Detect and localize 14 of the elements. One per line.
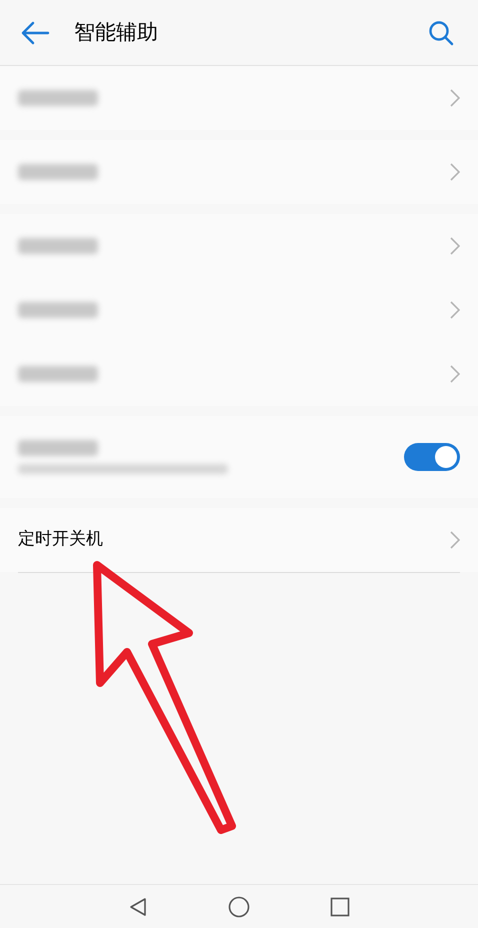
back-icon[interactable]	[20, 20, 50, 44]
back-nav-icon[interactable]	[128, 896, 148, 916]
page-title: 智能辅助	[74, 18, 158, 46]
search-icon[interactable]	[428, 20, 454, 46]
chevron-icon	[450, 237, 460, 255]
chevron-icon	[450, 531, 460, 549]
home-nav-icon[interactable]	[228, 896, 250, 918]
row-label[interactable]: 定时开关机	[18, 527, 450, 553]
recents-nav-icon[interactable]	[330, 896, 350, 916]
chevron-icon	[450, 163, 460, 181]
chevron-icon	[450, 301, 460, 319]
toggle-switch[interactable]	[404, 443, 460, 471]
chevron-icon	[450, 365, 460, 383]
chevron-icon	[450, 89, 460, 107]
